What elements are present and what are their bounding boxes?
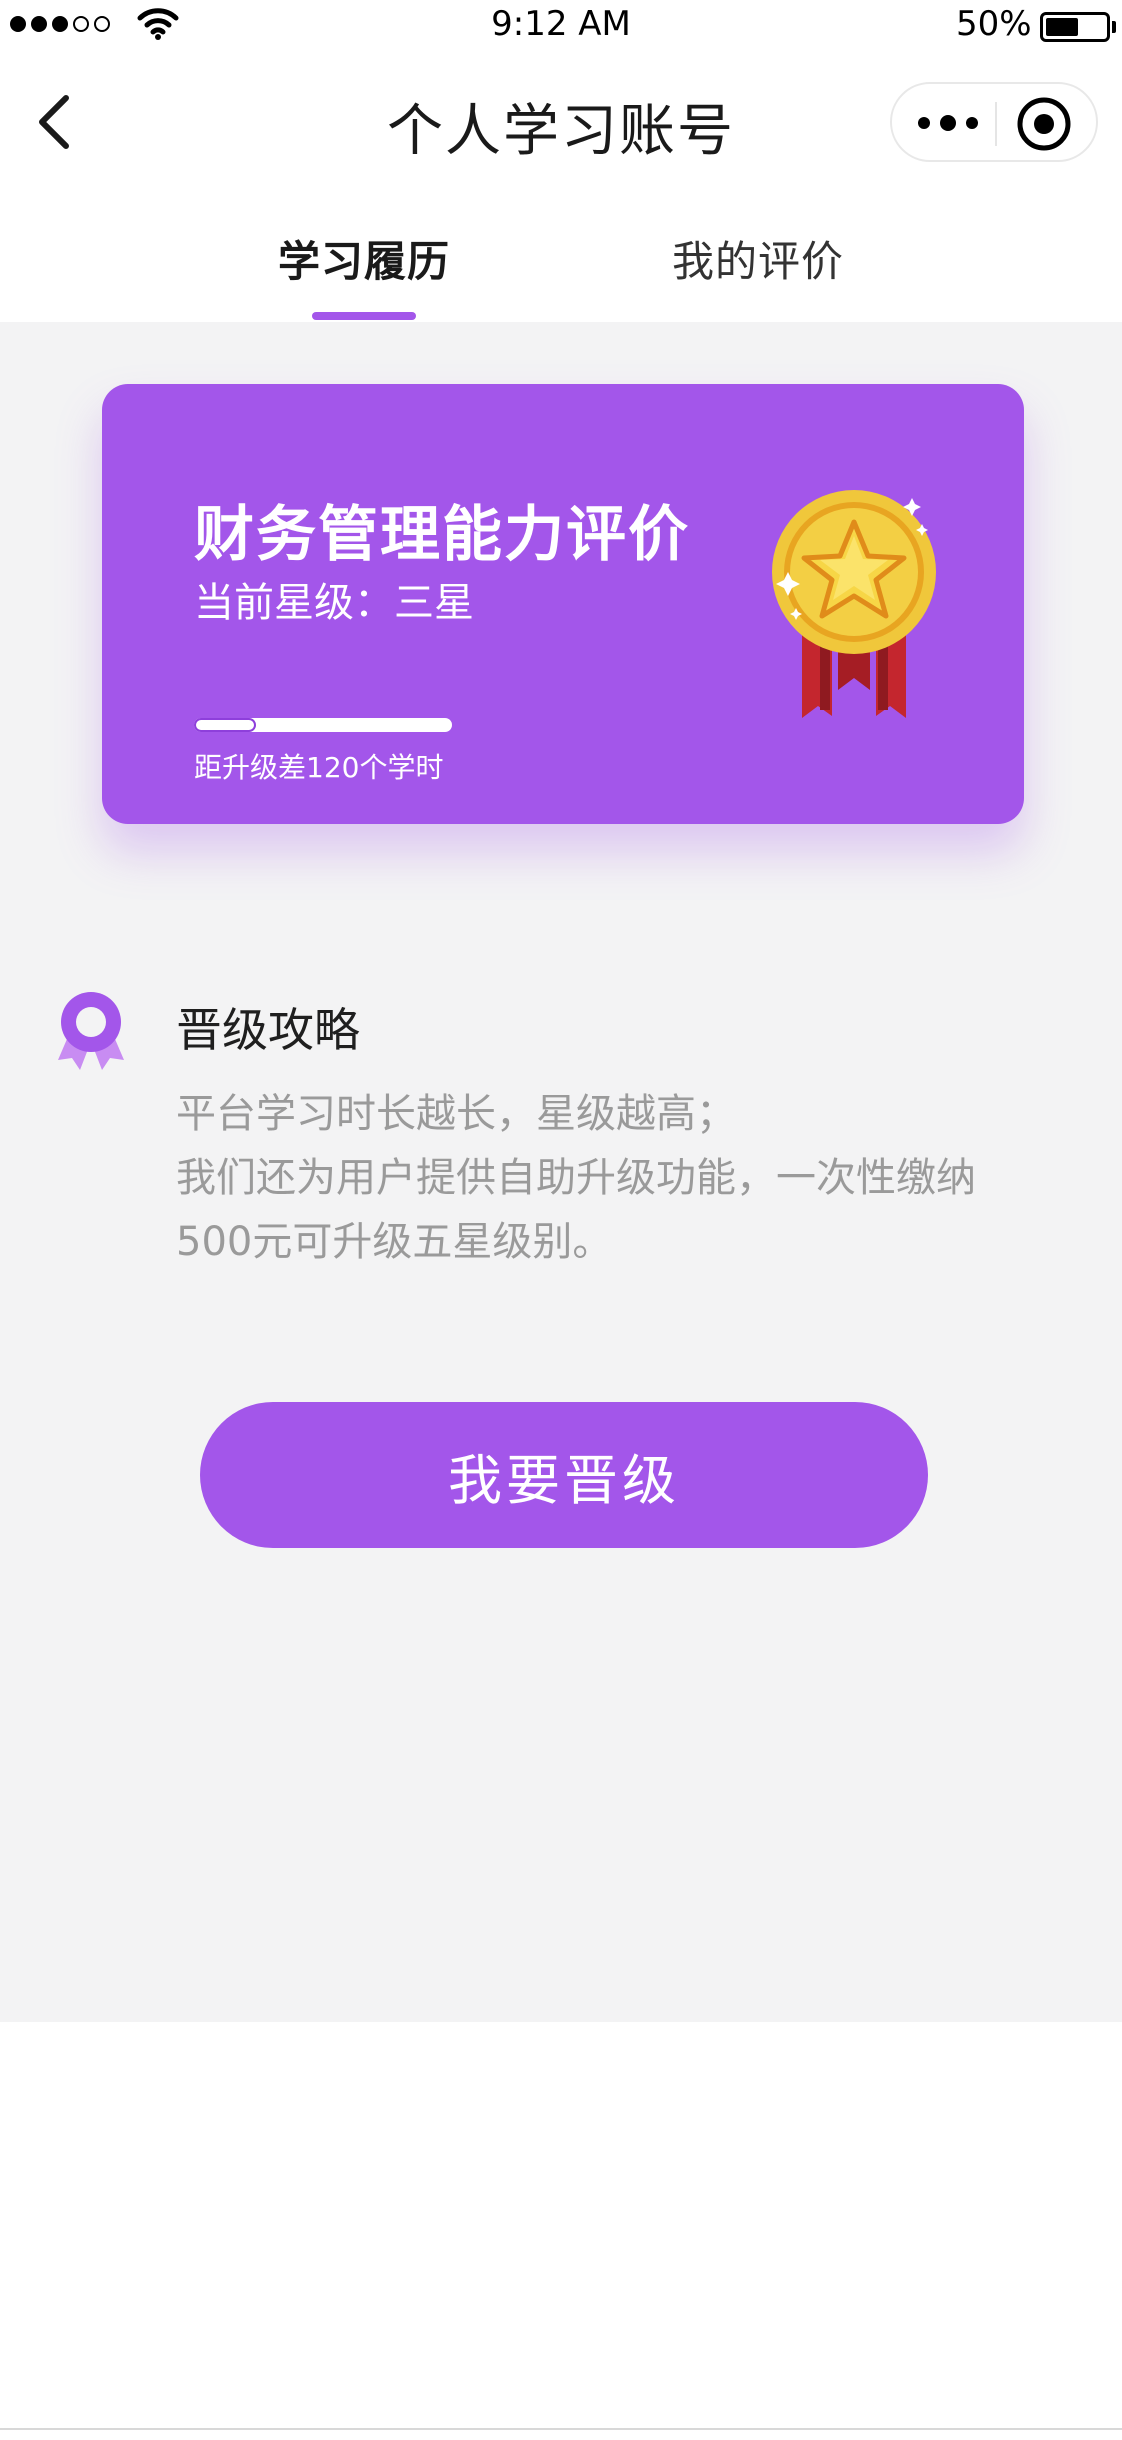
nav-bar: 个人学习账号 xyxy=(0,50,1122,190)
battery-percent: 50% xyxy=(956,4,1032,44)
more-dots-icon[interactable] xyxy=(918,112,978,134)
upgrade-progress-fill xyxy=(194,718,256,732)
strategy-title: 晋级攻略 xyxy=(176,1003,360,1057)
bottom-strip xyxy=(0,2428,1122,2440)
main-content: 财务管理能力评价 当前星级：三星 距升级差120个学时 晋级攻略 平台学习时长越… xyxy=(0,322,1122,2022)
mini-program-capsule xyxy=(890,82,1098,162)
tab-learning-history[interactable]: 学习履历 xyxy=(278,228,450,289)
upgrade-hint: 距升级差120个学时 xyxy=(194,751,444,784)
gold-star-medal-icon xyxy=(772,490,936,718)
strategy-line: 我们还为用户提供自助升级功能，一次性缴纳 xyxy=(176,1155,976,1201)
status-bar: 9:12 AM 50% xyxy=(0,0,1122,50)
strategy-line: 平台学习时长越长，星级越高； xyxy=(176,1091,736,1137)
active-tab-indicator xyxy=(312,312,416,320)
ribbon-badge-icon xyxy=(58,992,124,1070)
target-circle-icon[interactable] xyxy=(1016,96,1072,152)
battery-icon xyxy=(1040,12,1110,42)
strategy-description: 平台学习时长越长，星级越高； 我们还为用户提供自助升级功能，一次性缴纳 500元… xyxy=(176,1082,1056,1274)
tab-my-evaluation[interactable]: 我的评价 xyxy=(672,228,844,289)
screen: 9:12 AM 50% 个人学习账号 学习履历 我的评价 财务管理能力评价 当前… xyxy=(0,0,1122,2440)
strategy-line: 500元可升级五星级别。 xyxy=(176,1219,613,1265)
card-title: 财务管理能力评价 xyxy=(194,500,690,570)
evaluation-card[interactable]: 财务管理能力评价 当前星级：三星 距升级差120个学时 xyxy=(102,384,1024,824)
battery-tip xyxy=(1112,21,1116,33)
current-level: 当前星级：三星 xyxy=(194,580,474,626)
tab-bar: 学习履历 我的评价 xyxy=(0,190,1122,322)
capsule-divider xyxy=(995,102,997,146)
upgrade-button[interactable]: 我要晋级 xyxy=(200,1402,928,1548)
status-time: 9:12 AM xyxy=(491,4,631,44)
upgrade-progress-bar xyxy=(194,718,452,732)
